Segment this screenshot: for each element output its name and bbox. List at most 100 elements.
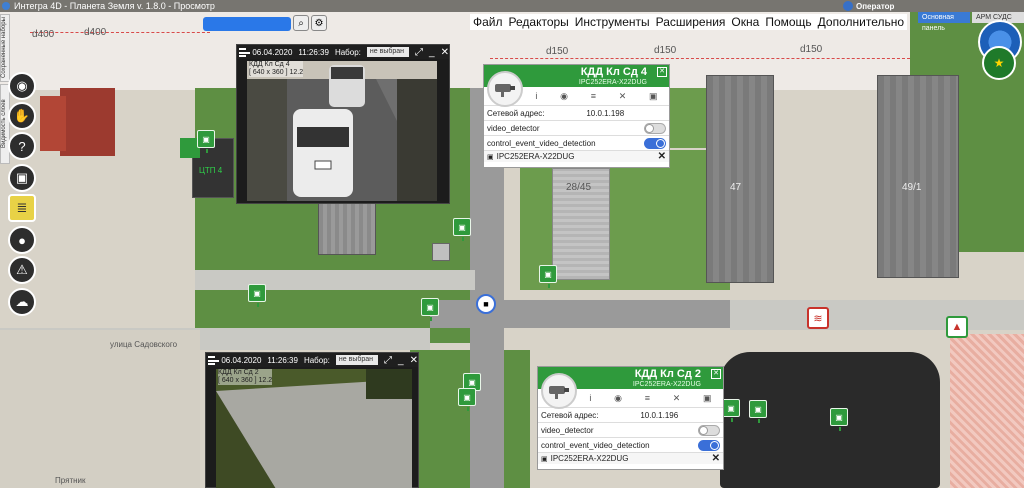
siren-icon: ⚠: [16, 262, 28, 277]
layers-tool-button[interactable]: ≣: [8, 194, 36, 222]
info-icon[interactable]: i: [589, 393, 591, 403]
video-feed-2[interactable]: КДД Кл Сд 2 [ 640 x 360 ] 12.2: [216, 369, 412, 488]
close-icon[interactable]: ✕: [712, 453, 720, 464]
menu-windows[interactable]: Окна: [728, 14, 762, 30]
map-camera-marker[interactable]: ▣: [830, 408, 848, 431]
list-icon[interactable]: ≡: [591, 91, 596, 101]
map-label-d150: d150: [546, 46, 569, 57]
map-building[interactable]: [318, 195, 376, 255]
left-side-tabs: Сохраненные наборы Видимость слоев: [0, 14, 10, 304]
menu-icon[interactable]: [239, 47, 251, 57]
video-feed-1[interactable]: КДД Кл Сд 4 [ 640 x 360 ] 12.2: [247, 61, 437, 201]
map-camera-marker[interactable]: ▣: [197, 130, 215, 153]
operator-name: Оператор: [856, 1, 895, 11]
weather-tool-button[interactable]: ☁: [8, 288, 36, 316]
map-building-47[interactable]: [706, 75, 774, 283]
tools-icon[interactable]: ✕: [619, 91, 627, 102]
camera-card-2[interactable]: КДД Кл Сд 2 IPC252ERA-X22DUG ✕ i ◉ ≡ ✕ ▣…: [537, 366, 724, 470]
control-event-row: control_event_video_detection: [484, 135, 669, 150]
archive-icon[interactable]: ◉: [614, 393, 622, 404]
map-camera-marker[interactable]: ▣: [421, 298, 439, 321]
map-warning-marker[interactable]: ▲: [946, 316, 968, 338]
home-view-button[interactable]: ★: [982, 46, 1016, 80]
video-date: 06.04.2020: [252, 47, 293, 57]
video-frame-image: [216, 369, 412, 488]
camera-small-icon: ▣: [487, 153, 494, 161]
minimize-icon[interactable]: _: [398, 355, 404, 366]
camera-icon: ▣: [727, 403, 735, 413]
search-button[interactable]: ⌕: [293, 15, 309, 31]
address-label: Сетевой адрес:: [541, 410, 599, 420]
camera-tool-button[interactable]: ◉: [8, 72, 36, 100]
map-heating-marker[interactable]: ≋: [807, 307, 829, 329]
settings-button[interactable]: ⚙: [311, 15, 327, 31]
map-label-d150: d150: [654, 45, 677, 56]
control-event-toggle[interactable]: [644, 137, 666, 149]
tab-main-panel[interactable]: Основная панель: [918, 12, 970, 32]
camera-icon: ▣: [458, 222, 466, 232]
address-value: 10.0.1.198: [586, 108, 625, 118]
help-tool-button[interactable]: ?: [8, 132, 36, 160]
video-osd-name: КДД Кл Сд 2: [218, 369, 259, 376]
close-icon[interactable]: ✕: [711, 369, 721, 379]
camera-card-1[interactable]: КДД Кл Сд 4 IPC252ERA-X22DUG ✕ i ◉ ≡ ✕ ▣…: [483, 64, 670, 168]
map-camera-marker[interactable]: ▣: [453, 218, 471, 241]
toggle-knob: [645, 123, 654, 133]
video-window-header: 06.04.2020 11:26:39 Набор: не выбран ⤢ _…: [237, 45, 449, 59]
menu-file[interactable]: Файл: [470, 14, 506, 30]
minimize-icon[interactable]: _: [429, 47, 435, 58]
menu-additional[interactable]: Дополнительно: [815, 14, 907, 30]
close-icon[interactable]: ✕: [410, 355, 418, 366]
map-bus-stop-marker[interactable]: ■: [476, 294, 496, 314]
photo-tool-button[interactable]: ▣: [8, 164, 36, 192]
menu-editors[interactable]: Редакторы: [506, 14, 572, 30]
menu-tools[interactable]: Инструменты: [572, 14, 653, 30]
video-window-1[interactable]: 06.04.2020 11:26:39 Набор: не выбран ⤢ _…: [236, 44, 450, 204]
list-icon[interactable]: ≡: [645, 393, 650, 403]
info-icon[interactable]: i: [535, 91, 537, 101]
camera-icon: [487, 71, 523, 107]
warning-icon: ▲: [951, 321, 963, 333]
tab-saved-sets[interactable]: Сохраненные наборы: [0, 14, 10, 82]
video-detector-toggle[interactable]: [644, 122, 666, 134]
archive-icon[interactable]: ◉: [560, 91, 568, 102]
camera-card-footer: ▣ IPC252ERA-X22DUG ✕: [484, 150, 669, 162]
search-input[interactable]: [203, 17, 291, 31]
map-building-49-1[interactable]: [877, 75, 959, 278]
set-select[interactable]: не выбран: [335, 355, 379, 365]
map-camera-marker[interactable]: ▣: [248, 284, 266, 307]
map-equipment-marker[interactable]: [432, 243, 450, 261]
map-label-d400: d400: [84, 27, 107, 38]
set-select[interactable]: не выбран: [366, 47, 410, 57]
weather-icon: ☁: [15, 294, 29, 309]
gear-icon: ⚙: [314, 17, 324, 29]
map-camera-marker[interactable]: ▣: [539, 265, 557, 288]
building-number: 28/45: [566, 182, 592, 193]
video-detector-toggle[interactable]: [698, 424, 720, 436]
monitor-icon[interactable]: ▣: [649, 91, 658, 102]
map-building-red[interactable]: [60, 88, 115, 156]
alarm-tool-button[interactable]: ⚠: [8, 256, 36, 284]
expand-icon[interactable]: ⤢: [415, 47, 423, 58]
map-camera-marker[interactable]: ▣: [722, 399, 740, 422]
map-camera-marker[interactable]: ▣: [749, 400, 767, 423]
monitor-icon[interactable]: ▣: [703, 393, 712, 404]
expand-icon[interactable]: ⤢: [384, 355, 392, 366]
tools-icon[interactable]: ✕: [673, 393, 681, 404]
camera-icon: ▣: [426, 302, 434, 312]
close-icon[interactable]: ✕: [657, 67, 667, 77]
map-building-red[interactable]: [40, 96, 66, 151]
map-camera-marker[interactable]: ▣: [458, 388, 476, 411]
video-window-2[interactable]: 06.04.2020 11:26:39 Набор: не выбран ⤢ _…: [205, 352, 419, 488]
control-event-toggle[interactable]: [698, 439, 720, 451]
toggle-knob: [699, 425, 708, 435]
menu-help[interactable]: Помощь: [762, 14, 814, 30]
close-icon[interactable]: ✕: [441, 47, 449, 58]
pan-tool-button[interactable]: ✋: [8, 102, 36, 130]
menu-icon[interactable]: [208, 355, 220, 365]
menu-extensions[interactable]: Расширения: [653, 14, 729, 30]
camera-icon: ▣: [463, 392, 471, 402]
close-icon[interactable]: ✕: [658, 151, 666, 162]
operator-badge[interactable]: Оператор: [843, 0, 894, 12]
record-tool-button[interactable]: ●: [8, 226, 36, 254]
